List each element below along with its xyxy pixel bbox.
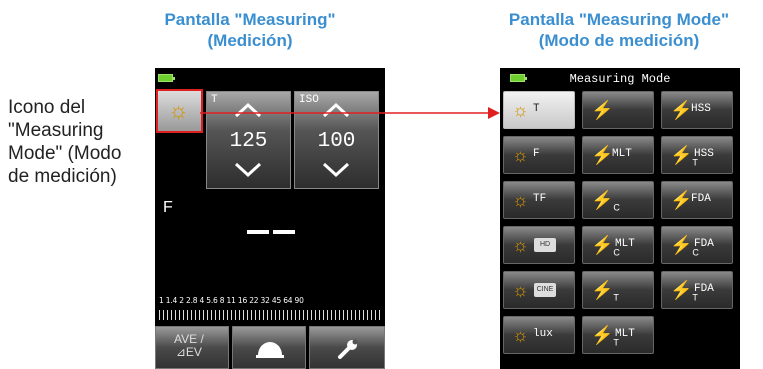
mode-tile[interactable]: ⚡ MLT [582, 136, 654, 174]
mode-tile[interactable]: ☼ F [503, 136, 575, 174]
flash-icon: ⚡ [591, 145, 614, 165]
mode-tile-label: MLT [612, 148, 632, 160]
mode-tile-label: MLT [615, 238, 635, 250]
mode-tile[interactable]: ⚡C FDA [661, 226, 733, 264]
flash-icon: ⚡ [591, 100, 614, 120]
mode-tile[interactable]: ☼ CINE [503, 271, 575, 309]
mode-tile[interactable]: ⚡ HSS [661, 91, 733, 129]
mode-tile[interactable]: ⚡T HSS [661, 136, 733, 174]
mode-tile-label: MLT [615, 328, 635, 340]
flash-icon: ⚡ [670, 100, 693, 120]
mode-tile-label: T [533, 103, 540, 115]
mode-tile-label: HSS [694, 148, 714, 160]
sun-icon: ☼ [512, 145, 529, 165]
mode-tile[interactable]: ⚡C MLT [582, 226, 654, 264]
sun-icon: ☼ [512, 190, 529, 210]
mode-tile-label: FDA [691, 193, 711, 205]
mode-tile[interactable]: ☼ HD [503, 226, 575, 264]
mode-tile-label: F [533, 148, 540, 160]
flash-icon: ⚡C [591, 190, 620, 213]
flash-icon: ⚡T [591, 280, 619, 303]
mode-tile[interactable]: ⚡ [582, 91, 654, 129]
mode-tile[interactable]: ⚡C [582, 181, 654, 219]
flash-icon: ⚡ [670, 190, 693, 210]
sun-icon: ☼ [512, 325, 529, 345]
camera-icon: CINE [534, 283, 556, 297]
mode-tile[interactable]: ⚡T [582, 271, 654, 309]
mode-tile[interactable]: ☼ TF [503, 181, 575, 219]
mode-tile-label: FDA [694, 283, 714, 295]
mode-tile[interactable]: ☼ lux [503, 316, 575, 354]
sun-icon: ☼ [512, 100, 529, 120]
camera-icon: HD [534, 238, 556, 252]
sun-icon: ☼ [512, 235, 529, 255]
mode-tile[interactable]: ☼ T [503, 91, 575, 129]
mode-tile-label: TF [533, 193, 547, 205]
mode-tile[interactable]: ⚡T FDA [661, 271, 733, 309]
mode-tile-label: HSS [691, 103, 711, 115]
sun-icon: ☼ [512, 280, 529, 300]
mode-tile[interactable]: ⚡ FDA [661, 181, 733, 219]
measuring-mode-screen: Measuring Mode ☼ T ⚡ ⚡ HSS ☼ F ⚡ MLT ⚡T HSS ☼ TF ⚡C ⚡ F… [500, 68, 740, 369]
mode-tile-label: lux [533, 328, 553, 340]
mode-tile-label: FDA [694, 238, 714, 250]
mode-tile[interactable]: ⚡T MLT [582, 316, 654, 354]
screen-title: Measuring Mode [569, 72, 671, 86]
